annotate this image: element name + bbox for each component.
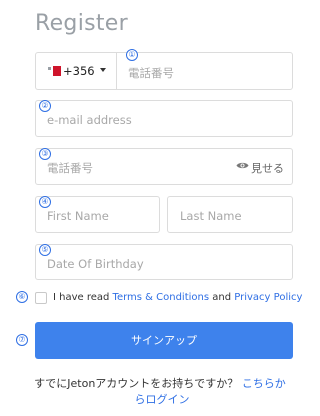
first-name-placeholder: First Name xyxy=(47,209,109,223)
login-link-continued[interactable]: らログイン xyxy=(4,392,320,408)
birthday-field[interactable]: Date Of Birthday xyxy=(35,244,293,280)
chevron-down-icon xyxy=(100,68,106,72)
page-title: Register xyxy=(35,11,128,36)
malta-flag-icon xyxy=(47,66,61,76)
first-name-field[interactable]: First Name xyxy=(35,196,160,233)
marker-1: ① xyxy=(126,49,138,61)
show-password-toggle[interactable]: 見せる xyxy=(251,160,284,176)
login-link[interactable]: こちらか xyxy=(242,377,286,390)
signup-button[interactable]: サインアップ xyxy=(35,322,293,359)
country-code-selector[interactable]: +356 xyxy=(36,53,117,89)
terms-agreement: I have read Terms & Conditions and Priva… xyxy=(35,290,305,306)
country-code: +356 xyxy=(63,64,95,78)
birthday-placeholder: Date Of Birthday xyxy=(47,257,144,271)
agreement-text: I have read Terms & Conditions and Priva… xyxy=(53,292,303,303)
marker-2: ② xyxy=(39,100,51,112)
login-prompt-text: すでにJetonアカウントをお持ちですか？ xyxy=(34,377,239,390)
last-name-field[interactable]: Last Name xyxy=(167,196,293,233)
phone-input[interactable]: 電話番号 xyxy=(128,65,174,81)
terms-checkbox[interactable] xyxy=(35,292,47,304)
marker-4: ④ xyxy=(39,196,51,208)
last-name-placeholder: Last Name xyxy=(180,209,242,223)
phone-field: +356 電話番号 xyxy=(35,52,293,90)
marker-7: ⑦ xyxy=(16,334,28,346)
privacy-link[interactable]: Privacy Policy xyxy=(234,292,302,303)
email-field[interactable]: e-mail address xyxy=(35,100,293,137)
marker-6: ⑥ xyxy=(16,291,28,303)
marker-5: ⑤ xyxy=(39,244,51,256)
password-field[interactable]: 電話番号 見せる xyxy=(35,148,293,185)
email-placeholder: e-mail address xyxy=(47,113,132,127)
password-placeholder: 電話番号 xyxy=(47,161,93,175)
login-prompt: すでにJetonアカウントをお持ちですか？ こちらか らログイン xyxy=(0,376,320,408)
eye-icon[interactable] xyxy=(236,161,249,170)
terms-link[interactable]: Terms & Conditions xyxy=(113,292,210,303)
marker-3: ③ xyxy=(39,148,51,160)
